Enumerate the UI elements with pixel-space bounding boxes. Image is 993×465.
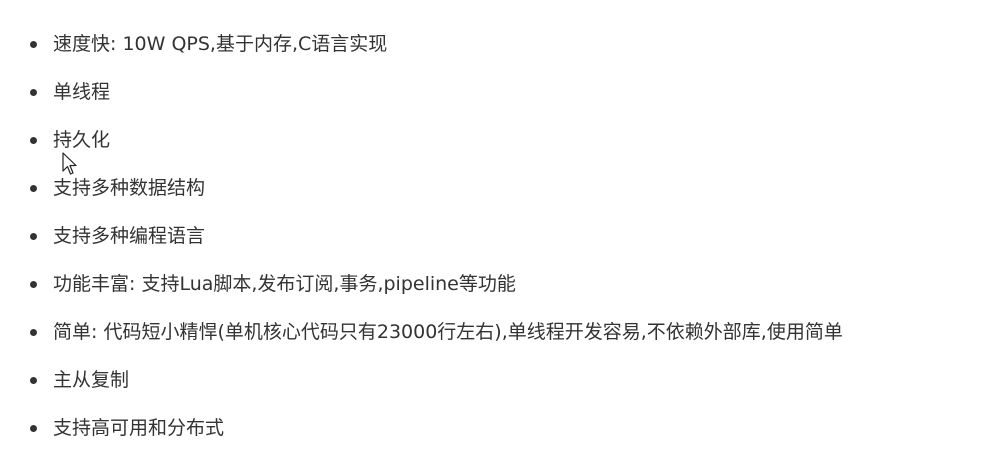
mouse-pointer-icon	[62, 152, 77, 175]
bullet-icon	[30, 185, 37, 192]
list-item-text: 持久化	[53, 129, 111, 151]
bullet-icon	[30, 89, 37, 96]
list-item: 简单: 代码短小精悍(单机核心代码只有23000行左右),单线程开发容易,不依赖…	[30, 308, 993, 356]
list-item: 单线程	[30, 68, 993, 116]
document-page: 速度快: 10W QPS,基于内存,C语言实现 单线程 持久化 支持多种数据结构…	[0, 0, 993, 465]
bullet-icon	[30, 41, 37, 48]
list-item: 速度快: 10W QPS,基于内存,C语言实现	[30, 20, 993, 68]
bullet-icon	[30, 425, 37, 432]
list-item-text: 主从复制	[53, 369, 130, 391]
list-item: 支持高可用和分布式	[30, 404, 993, 452]
bullet-icon	[30, 137, 37, 144]
bullet-icon	[30, 377, 37, 384]
list-item: 功能丰富: 支持Lua脚本,发布订阅,事务,pipeline等功能	[30, 260, 993, 308]
list-item: 主从复制	[30, 356, 993, 404]
bullet-icon	[30, 281, 37, 288]
bullet-icon	[30, 329, 37, 336]
bullet-icon	[30, 233, 37, 240]
list-item-text: 支持多种编程语言	[53, 225, 206, 247]
list-item-text: 速度快: 10W QPS,基于内存,C语言实现	[53, 33, 388, 55]
list-item-text: 功能丰富: 支持Lua脚本,发布订阅,事务,pipeline等功能	[53, 273, 516, 295]
list-item-text: 支持高可用和分布式	[53, 417, 225, 439]
list-item-text: 简单: 代码短小精悍(单机核心代码只有23000行左右),单线程开发容易,不依赖…	[53, 321, 843, 343]
list-item: 持久化	[30, 116, 993, 164]
list-item-text: 单线程	[53, 81, 111, 103]
feature-list: 速度快: 10W QPS,基于内存,C语言实现 单线程 持久化 支持多种数据结构…	[0, 20, 993, 452]
list-item: 支持多种数据结构	[30, 164, 993, 212]
list-item-text: 支持多种数据结构	[53, 177, 206, 199]
list-item: 支持多种编程语言	[30, 212, 993, 260]
